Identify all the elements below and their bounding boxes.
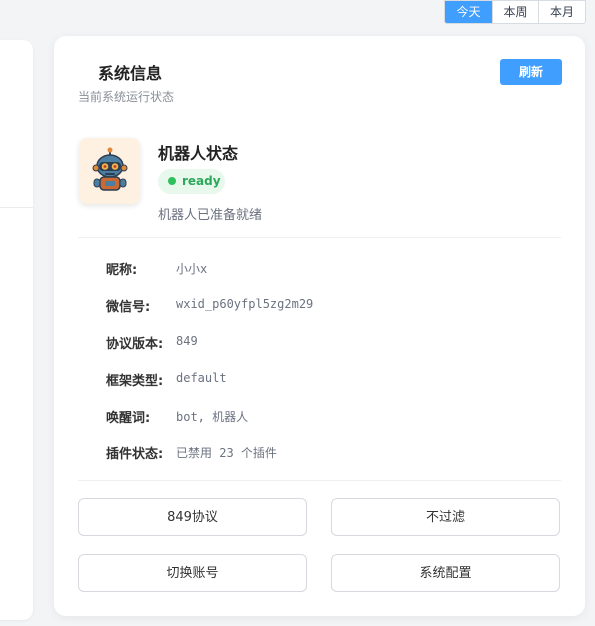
left-panel-divider: [0, 207, 33, 208]
info-label: 协议版本:: [106, 337, 164, 352]
info-value: 小小x: [176, 262, 208, 276]
info-value: bot, 机器人: [176, 410, 249, 424]
protocol-button[interactable]: 849协议: [78, 498, 307, 536]
info-label: 插件状态:: [106, 447, 164, 462]
bot-avatar: [79, 138, 140, 204]
info-label: 唤醒词:: [106, 411, 151, 426]
status-dot-icon: [168, 177, 176, 185]
tab-this-month[interactable]: 本月: [538, 1, 585, 23]
robot-avatar-icon: [92, 147, 128, 191]
bot-status-title: 机器人状态: [158, 144, 239, 163]
tab-this-week[interactable]: 本周: [492, 1, 538, 23]
card-title: 系统信息: [98, 64, 163, 83]
info-label: 微信号:: [106, 300, 151, 315]
info-label: 昵称:: [106, 263, 138, 278]
section-divider: [78, 480, 561, 481]
info-label: 框架类型:: [106, 374, 164, 389]
info-value: 849: [176, 334, 198, 348]
card-subtitle: 当前系统运行状态: [78, 90, 175, 104]
period-tabs: 今天 本周 本月: [444, 0, 586, 24]
filter-button[interactable]: 不过滤: [331, 498, 560, 536]
info-value: 已禁用 23 个插件: [176, 446, 277, 460]
switch-account-button[interactable]: 切换账号: [78, 554, 307, 592]
system-config-button[interactable]: 系统配置: [331, 554, 560, 592]
info-value: default: [176, 371, 227, 385]
status-badge-label: ready: [182, 174, 221, 188]
bot-status-description: 机器人已准备就绪: [158, 208, 263, 223]
info-value: wxid_p60yfpl5zg2m29: [176, 297, 314, 311]
section-divider: [78, 237, 561, 238]
refresh-button[interactable]: 刷新: [500, 59, 562, 85]
status-badge: ready: [158, 169, 225, 194]
left-panel-card: [0, 40, 33, 620]
tab-today[interactable]: 今天: [445, 1, 492, 23]
system-info-card: 系统信息 当前系统运行状态 刷新 机器人状态 ready 机器人已准备就绪 昵称…: [54, 36, 585, 616]
